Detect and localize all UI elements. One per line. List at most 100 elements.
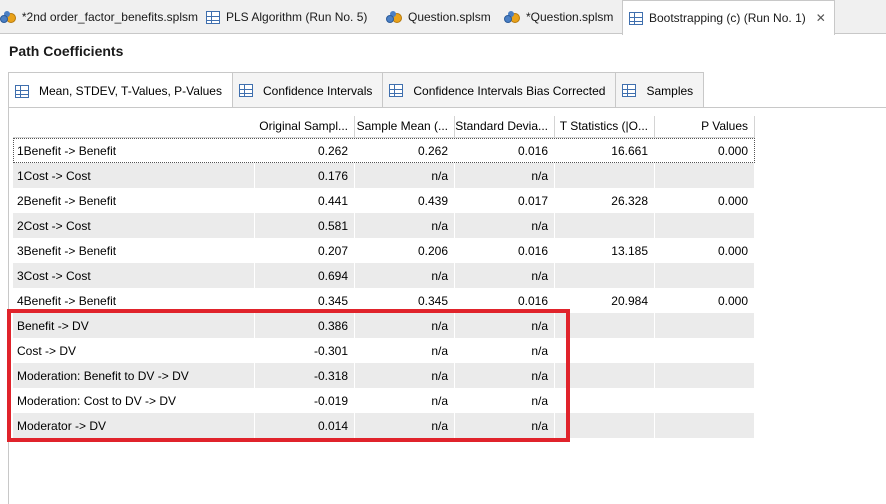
row-label: 3Benefit -> Benefit bbox=[13, 238, 255, 263]
table-cell: n/a bbox=[455, 363, 555, 388]
table-row[interactable]: Benefit -> DV 0.386 n/a n/a bbox=[13, 313, 755, 338]
table-cell bbox=[555, 388, 655, 413]
editor-tab-bar: *2nd order_factor_benefits.splsm PLS Alg… bbox=[0, 0, 886, 35]
column-header-t-statistics[interactable]: T Statistics (|O... bbox=[555, 116, 655, 138]
table-cell: n/a bbox=[355, 313, 455, 338]
table-cell bbox=[655, 313, 755, 338]
column-header-path bbox=[13, 116, 255, 138]
table-cell: 0.345 bbox=[355, 288, 455, 313]
table-row[interactable]: Moderation: Benefit to DV -> DV -0.318 n/a… bbox=[13, 363, 755, 388]
table-cell bbox=[555, 213, 655, 238]
close-icon[interactable]: ✕ bbox=[816, 11, 826, 25]
table-cell bbox=[555, 313, 655, 338]
table-cell: 26.328 bbox=[555, 188, 655, 213]
table-row[interactable]: Moderator -> DV 0.014 n/a n/a bbox=[13, 413, 755, 438]
table-row[interactable]: 1Cost -> Cost 0.176 n/a n/a bbox=[13, 163, 755, 188]
table-row[interactable]: 3Cost -> Cost 0.694 n/a n/a bbox=[13, 263, 755, 288]
table-cell: n/a bbox=[355, 413, 455, 438]
table-cell: n/a bbox=[355, 363, 455, 388]
table-cell bbox=[655, 213, 755, 238]
editor-tab-label: Question.splsm bbox=[408, 10, 491, 24]
model-icon bbox=[0, 9, 16, 25]
table-cell: -0.318 bbox=[255, 363, 355, 388]
table-cell bbox=[655, 388, 755, 413]
table-row[interactable]: Cost -> DV -0.301 n/a n/a bbox=[13, 338, 755, 363]
table-row[interactable]: Moderation: Cost to DV -> DV -0.019 n/a n/a bbox=[13, 388, 755, 413]
editor-tab-label: *2nd order_factor_benefits.splsm bbox=[21, 10, 198, 24]
editor-tab-question-model-dirty[interactable]: *Question.splsm bbox=[504, 0, 622, 34]
column-header-sample-mean[interactable]: Sample Mean (... bbox=[355, 116, 455, 138]
row-label: 3Cost -> Cost bbox=[13, 263, 255, 288]
column-header-original-sample[interactable]: Original Sampl... bbox=[255, 116, 355, 138]
table-cell: n/a bbox=[355, 388, 455, 413]
tab-mean-stdev-tvalues[interactable]: Mean, STDEV, T-Values, P-Values bbox=[8, 72, 233, 109]
editor-tab-label: PLS Algorithm (Run No. 5) bbox=[226, 10, 368, 24]
table-cell: 0.000 bbox=[655, 238, 755, 263]
table-cell: 0.016 bbox=[455, 138, 555, 163]
table-icon bbox=[629, 11, 643, 25]
table-cell bbox=[655, 263, 755, 288]
model-icon bbox=[386, 9, 402, 25]
table-cell bbox=[655, 163, 755, 188]
tab-samples[interactable]: Samples bbox=[615, 72, 705, 108]
row-label: 1Benefit -> Benefit bbox=[13, 138, 255, 163]
table-cell bbox=[655, 363, 755, 388]
table-cell: 0.000 bbox=[655, 188, 755, 213]
column-header-p-values[interactable]: P Values bbox=[655, 116, 755, 138]
table-cell: 0.262 bbox=[255, 138, 355, 163]
tab-label: Confidence Intervals Bias Corrected bbox=[413, 83, 606, 98]
table-cell: 13.185 bbox=[555, 238, 655, 263]
row-label: Moderation: Benefit to DV -> DV bbox=[13, 363, 255, 388]
table-cell: n/a bbox=[455, 213, 555, 238]
table-cell: 0.016 bbox=[455, 288, 555, 313]
table-cell: 0.017 bbox=[455, 188, 555, 213]
table-cell bbox=[555, 263, 655, 288]
tab-label: Mean, STDEV, T-Values, P-Values bbox=[39, 84, 222, 98]
tab-confidence-intervals[interactable]: Confidence Intervals bbox=[231, 72, 384, 108]
table-row[interactable]: 2Cost -> Cost 0.581 n/a n/a bbox=[13, 213, 755, 238]
editor-tab-pls-algorithm[interactable]: PLS Algorithm (Run No. 5) bbox=[206, 0, 386, 34]
table-cell: 0.386 bbox=[255, 313, 355, 338]
table-cell: n/a bbox=[455, 413, 555, 438]
row-label: 2Benefit -> Benefit bbox=[13, 188, 255, 213]
editor-tab-2nd-order-model[interactable]: *2nd order_factor_benefits.splsm bbox=[0, 0, 206, 34]
table-icon bbox=[238, 84, 253, 97]
model-icon bbox=[504, 9, 520, 25]
table-row[interactable]: 1Benefit -> Benefit 0.262 0.262 0.016 16.661… bbox=[13, 138, 755, 163]
column-header-standard-deviation[interactable]: Standard Devia... bbox=[455, 116, 555, 138]
table-cell: n/a bbox=[455, 313, 555, 338]
table-header-row: Original Sampl... Sample Mean (... Stand… bbox=[13, 116, 755, 138]
table-icon bbox=[206, 10, 220, 24]
table-cell bbox=[655, 413, 755, 438]
table-cell: 0.000 bbox=[655, 288, 755, 313]
editor-tab-bootstrapping[interactable]: Bootstrapping (c) (Run No. 1) ✕ bbox=[622, 0, 835, 35]
table-row[interactable]: 2Benefit -> Benefit 0.441 0.439 0.017 26.328… bbox=[13, 188, 755, 213]
row-label: Moderation: Cost to DV -> DV bbox=[13, 388, 255, 413]
row-label: 2Cost -> Cost bbox=[13, 213, 255, 238]
table-cell bbox=[555, 363, 655, 388]
table-cell: n/a bbox=[455, 388, 555, 413]
table-cell: 0.016 bbox=[455, 238, 555, 263]
tab-label: Samples bbox=[646, 83, 694, 98]
table-cell: 0.207 bbox=[255, 238, 355, 263]
row-label: 4Benefit -> Benefit bbox=[13, 288, 255, 313]
table-cell: 0.441 bbox=[255, 188, 355, 213]
table-cell: 0.262 bbox=[355, 138, 455, 163]
row-label: 1Cost -> Cost bbox=[13, 163, 255, 188]
table-cell: 0.345 bbox=[255, 288, 355, 313]
editor-tab-question-model[interactable]: Question.splsm bbox=[386, 0, 504, 34]
table-cell: 20.984 bbox=[555, 288, 655, 313]
tab-label: Confidence Intervals bbox=[262, 83, 373, 98]
tab-confidence-intervals-bias-corrected[interactable]: Confidence Intervals Bias Corrected bbox=[382, 72, 617, 108]
table-cell: 0.000 bbox=[655, 138, 755, 163]
row-label: Benefit -> DV bbox=[13, 313, 255, 338]
table-row[interactable]: 3Benefit -> Benefit 0.207 0.206 0.016 13.185… bbox=[13, 238, 755, 263]
table-cell: 0.581 bbox=[255, 213, 355, 238]
table-icon bbox=[622, 84, 637, 97]
table-row[interactable]: 4Benefit -> Benefit 0.345 0.345 0.016 20.984… bbox=[13, 288, 755, 313]
table-cell: n/a bbox=[355, 163, 455, 188]
path-coefficients-table: Original Sampl... Sample Mean (... Stand… bbox=[13, 116, 755, 438]
table-cell: n/a bbox=[355, 338, 455, 363]
row-label: Moderator -> DV bbox=[13, 413, 255, 438]
table-icon bbox=[389, 84, 404, 97]
